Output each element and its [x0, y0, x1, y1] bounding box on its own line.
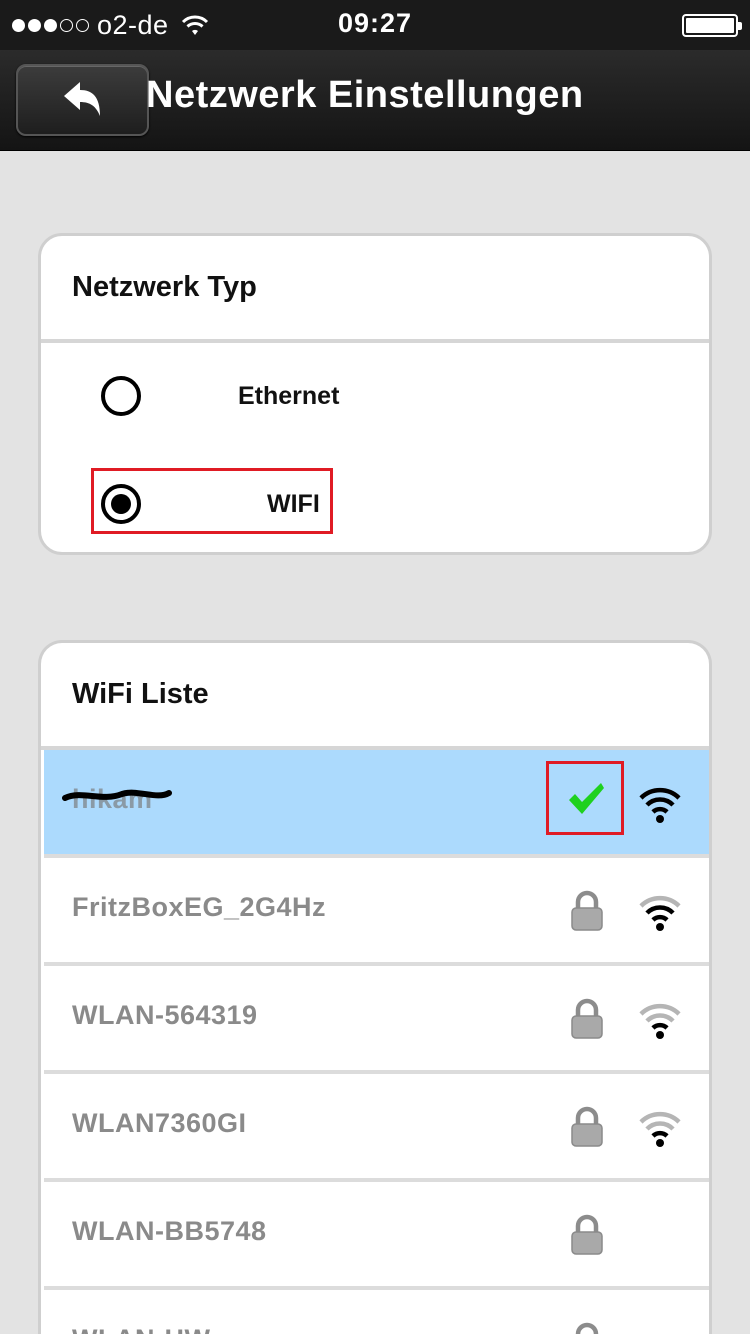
back-arrow-icon — [64, 82, 100, 116]
lock-icon — [575, 1322, 599, 1334]
wifi-row[interactable]: WLAN7360GI — [44, 1074, 709, 1182]
ethernet-option[interactable]: Ethernet — [41, 356, 709, 436]
lock-icon — [571, 1106, 603, 1147]
wifi-signal-medium-icon — [639, 895, 681, 931]
wifi-row-connected[interactable]: hikam — [44, 750, 709, 858]
wifi-option[interactable]: WIFI — [41, 464, 709, 544]
wifi-row[interactable]: WLAN-BB5748 — [44, 1182, 709, 1290]
wifi-ssid: WLAN-HW — [72, 1324, 210, 1334]
wifi-row[interactable]: WLAN-HW — [44, 1290, 709, 1334]
network-type-card: Netzwerk Typ Ethernet WIFI — [38, 233, 712, 555]
wifi-list: hikam FritzBoxEG_2G4Hz WLAN-564319 WLAN7… — [44, 750, 709, 1334]
wifi-signal-strong-icon — [639, 787, 681, 823]
wifi-list-card: WiFi Liste hikam FritzBoxEG_2G4Hz WLAN-5… — [38, 640, 712, 1334]
lock-icon — [571, 1214, 603, 1255]
wifi-highlight-box — [91, 468, 333, 534]
wifi-ssid: FritzBoxEG_2G4Hz — [72, 892, 327, 922]
page-title: Netzwerk Einstellungen — [146, 74, 584, 116]
wifi-ssid: WLAN-564319 — [72, 1000, 258, 1030]
wifi-ssid: WLAN-BB5748 — [72, 1216, 267, 1246]
wifi-signal-medium-icon — [639, 1111, 681, 1147]
wifi-ssid: WLAN7360GI — [72, 1108, 247, 1138]
wifi-row[interactable]: WLAN-564319 — [44, 966, 709, 1074]
status-bar: o2-de 09:27 — [0, 0, 750, 50]
network-type-header: Netzwerk Typ — [41, 236, 709, 343]
redaction-scribble — [62, 789, 172, 801]
lock-icon — [571, 890, 603, 931]
lock-icon — [571, 998, 603, 1039]
wifi-signal-medium-icon — [639, 1003, 681, 1039]
ethernet-label: Ethernet — [238, 382, 340, 410]
wifi-list-header: WiFi Liste — [41, 643, 709, 750]
back-button[interactable] — [16, 64, 149, 136]
ethernet-radio[interactable] — [101, 376, 141, 416]
status-time: 09:27 — [337, 8, 413, 38]
wifi-row[interactable]: FritzBoxEG_2G4Hz — [44, 858, 709, 966]
battery-fill — [686, 18, 734, 33]
navigation-bar: Netzwerk Einstellungen — [0, 50, 750, 151]
connected-check-icon — [569, 783, 604, 814]
battery-icon — [682, 14, 742, 37]
